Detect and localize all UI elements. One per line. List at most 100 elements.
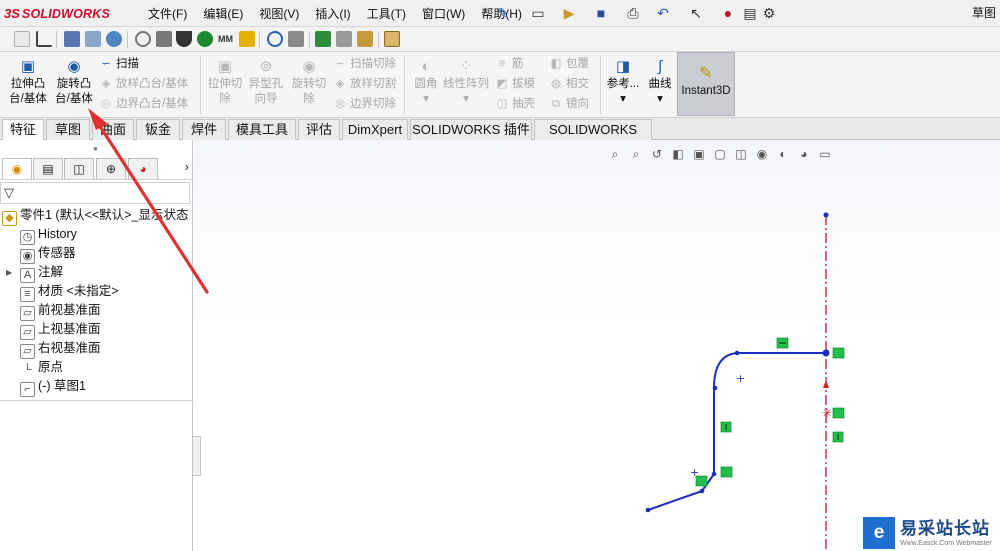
tab-mold-tools[interactable]: 模具工具: [228, 119, 296, 140]
tab-dimxpert[interactable]: DimXpert: [342, 119, 408, 140]
extrude-boss-button[interactable]: ▣ 拉伸凸 台/基体: [6, 58, 50, 114]
angle-icon[interactable]: [36, 31, 52, 47]
tree-item-right-plane[interactable]: ▱ 右视基准面: [20, 339, 101, 359]
dynamic-annotation-icon[interactable]: ▣: [690, 146, 708, 162]
menu-view[interactable]: 视图(V): [251, 5, 307, 22]
apply-scene-icon[interactable]: ◕: [795, 146, 813, 162]
menu-file[interactable]: 文件(F): [140, 5, 195, 22]
tab-features[interactable]: 特征: [2, 119, 44, 140]
revolve-boss-button[interactable]: ◉ 旋转凸 台/基体: [52, 58, 96, 114]
tab-sketch[interactable]: 草图: [46, 119, 90, 140]
mirror-button[interactable]: ⧉ 镜向: [548, 94, 589, 114]
new-document-icon[interactable]: ▭: [530, 4, 546, 22]
reference-label: 参考...: [606, 78, 640, 90]
loft-boss-button[interactable]: ◈ 放样凸台/基体: [98, 74, 189, 94]
reference-dropdown-icon[interactable]: ▾: [620, 93, 626, 105]
save-icon[interactable]: ■: [593, 4, 609, 22]
key-icon[interactable]: [14, 31, 30, 47]
boundary-cut-button[interactable]: ◎ 边界切除: [332, 94, 396, 114]
zoom-to-area-icon[interactable]: ⌕: [627, 146, 645, 162]
assembly-icon[interactable]: [85, 31, 101, 47]
revolve-cut-button[interactable]: ◉ 旋转切 除: [287, 58, 331, 114]
boundary-boss-button[interactable]: ◎ 边界凸台/基体: [98, 94, 188, 114]
macro-icon[interactable]: MM: [218, 31, 234, 47]
tree-item-history[interactable]: ◷ History: [20, 225, 77, 245]
loft-cut-button[interactable]: ◈ 放样切割: [332, 74, 396, 94]
view-orientation-icon[interactable]: ▢: [711, 146, 729, 162]
menu-edit[interactable]: 编辑(E): [195, 5, 251, 22]
file-properties-icon[interactable]: ▤: [743, 4, 757, 22]
tree-item-annotations[interactable]: A 注解: [20, 263, 63, 283]
bowl-icon[interactable]: [176, 31, 192, 47]
tree-item-material[interactable]: ≡ 材质 <未指定>: [20, 282, 119, 302]
print-preview-icon[interactable]: [336, 31, 352, 47]
menu-insert[interactable]: 插入(I): [307, 5, 358, 22]
image-icon[interactable]: [357, 31, 373, 47]
view-settings-icon[interactable]: ▭: [816, 146, 834, 162]
tab-weldments[interactable]: 焊件: [182, 119, 226, 140]
open-icon[interactable]: ▶: [560, 4, 578, 22]
notebook-icon[interactable]: [384, 31, 400, 47]
globe-icon[interactable]: [106, 31, 122, 47]
options-gear-icon[interactable]: ⚙: [762, 4, 776, 22]
undo-icon[interactable]: ↶: [655, 4, 671, 22]
more-tabs-chevron-icon[interactable]: ›: [185, 159, 189, 174]
panel-collapse-handle[interactable]: ●: [93, 144, 98, 153]
hole-wizard-button[interactable]: ⊚ 异型孔 向导: [244, 58, 288, 114]
shell-button[interactable]: ◫ 抽壳: [494, 94, 535, 114]
select-icon[interactable]: ↖: [688, 4, 704, 22]
linear-pattern-button[interactable]: ⁘ 线性阵列 ▾: [442, 58, 490, 114]
tree-root-part[interactable]: ◆ 零件1 (默认<<默认>_显示状态: [2, 206, 188, 226]
graphics-area[interactable]: [194, 140, 1000, 551]
display-icon[interactable]: [64, 31, 80, 47]
panel-splitter-handle[interactable]: [193, 436, 201, 476]
tree-item-sensors[interactable]: ◉ 传感器: [20, 244, 76, 264]
extrude-cut-button[interactable]: ▣ 拉伸切 除: [203, 58, 247, 114]
feature-manager-tab[interactable]: ◉: [2, 158, 32, 179]
binoculars-icon[interactable]: [288, 31, 304, 47]
edit-appearance-icon[interactable]: ◐: [774, 146, 792, 162]
shield-icon[interactable]: [197, 31, 213, 47]
display-style-icon[interactable]: ◫: [732, 146, 750, 162]
draft-button[interactable]: ◩ 拔模: [494, 74, 535, 94]
configuration-manager-tab[interactable]: ◫: [64, 158, 94, 179]
zoom-to-fit-icon[interactable]: ⌕: [606, 146, 624, 162]
tree-filter-field[interactable]: ▽: [0, 182, 190, 204]
search-icon[interactable]: [267, 31, 283, 47]
pin-icon[interactable]: ✎: [496, 4, 510, 22]
fillet-dropdown-icon[interactable]: ▾: [423, 93, 429, 105]
dimxpert-manager-tab[interactable]: ⊕: [96, 158, 126, 179]
tree-item-top-plane[interactable]: ▱ 上视基准面: [20, 320, 101, 340]
property-manager-tab[interactable]: ▤: [33, 158, 63, 179]
curves-dropdown-icon[interactable]: ▾: [657, 93, 663, 105]
print-icon[interactable]: ⎙: [625, 4, 641, 22]
tree-item-sketch1[interactable]: ⌐ (-) 草图1: [20, 377, 86, 397]
hide-show-items-icon[interactable]: ◉: [753, 146, 771, 162]
cube-icon[interactable]: [156, 31, 172, 47]
rebuild-icon[interactable]: ●: [722, 4, 734, 22]
display-manager-tab[interactable]: ◕: [128, 158, 158, 179]
tab-solidworks-mbd[interactable]: SOLIDWORKS MBD: [534, 119, 652, 157]
section-view-icon[interactable]: ◧: [669, 146, 687, 162]
sweep-cut-button[interactable]: ∽ 扫描切除: [332, 54, 396, 74]
tab-sheet-metal[interactable]: 钣金: [136, 119, 180, 140]
expand-arrow-icon[interactable]: ▶: [6, 263, 12, 282]
linear-pattern-dropdown-icon[interactable]: ▾: [463, 93, 469, 105]
menu-window[interactable]: 窗口(W): [414, 5, 473, 22]
plugin-icon[interactable]: [239, 31, 255, 47]
excel-icon[interactable]: [315, 31, 331, 47]
rib-button[interactable]: ≡ 筋: [494, 54, 524, 74]
menu-tools[interactable]: 工具(T): [359, 5, 414, 22]
previous-view-icon[interactable]: ↺: [648, 146, 666, 162]
intersect-button[interactable]: ◍ 相交: [548, 74, 589, 94]
tab-surfaces[interactable]: 曲面: [92, 119, 134, 140]
wrap-button[interactable]: ◧ 包覆: [548, 54, 589, 74]
tab-solidworks-addins[interactable]: SOLIDWORKS 插件: [410, 119, 532, 140]
tree-item-front-plane[interactable]: ▱ 前视基准面: [20, 301, 101, 321]
instant3d-button[interactable]: ✎ Instant3D: [677, 52, 735, 116]
sweep-button[interactable]: ∽ 扫描: [98, 54, 139, 74]
tree-item-origin[interactable]: └ 原点: [20, 358, 63, 377]
tab-evaluate[interactable]: 评估: [298, 119, 340, 140]
curves-button[interactable]: ∫ 曲线 ▾: [638, 58, 682, 114]
gear-icon[interactable]: [135, 31, 151, 47]
